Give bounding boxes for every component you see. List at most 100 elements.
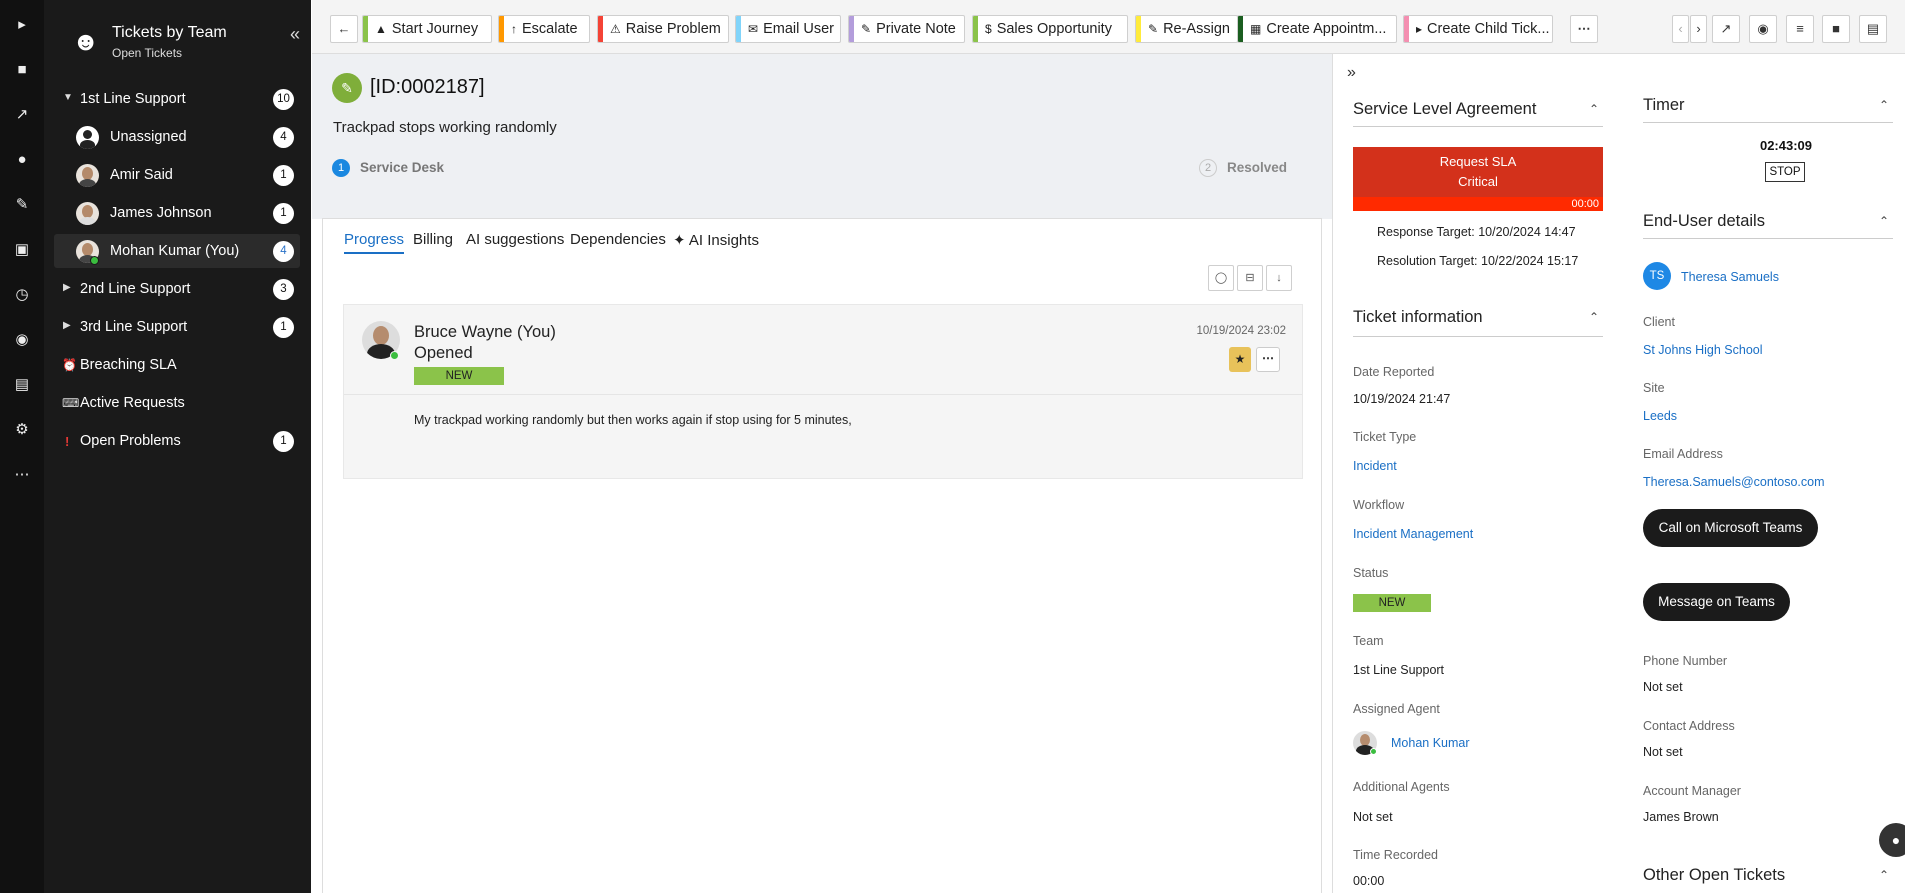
tickets-icon[interactable]: ▸	[6, 8, 38, 40]
sidebar-item-open-problems[interactable]: ! Open Problems 1	[54, 424, 300, 458]
re-assign-button[interactable]: ✎ Re-Assign	[1135, 15, 1238, 43]
online-status-dot	[390, 351, 399, 360]
arrow-up-icon: ↑	[511, 22, 517, 36]
sidebar-item-james-johnson[interactable]: James Johnson 1	[54, 196, 300, 230]
watch-eye-icon[interactable]: ◉	[1749, 15, 1777, 43]
create-appointment-button[interactable]: ▦ Create Appointm...	[1237, 15, 1397, 43]
edit-icon: ✎	[1148, 22, 1159, 36]
create-child-ticket-button[interactable]: ▸ Create Child Tick...	[1403, 15, 1553, 43]
sidebar-item-amir-said[interactable]: Amir Said 1	[54, 158, 300, 192]
users-icon[interactable]: ●	[6, 143, 38, 175]
sidebar-item-label: Open Problems	[80, 433, 181, 449]
tab-billing[interactable]: Billing	[413, 231, 453, 252]
sidebar-item-mohan-kumar[interactable]: Mohan Kumar (You) 4	[54, 234, 300, 268]
end-user-name-link[interactable]: Theresa Samuels	[1681, 270, 1779, 284]
ticket-main: ✎ [ID:0002187] Trackpad stops working ra…	[312, 54, 1332, 893]
ticket-type-link[interactable]: Incident	[1353, 459, 1397, 473]
workflow-link[interactable]: Incident Management	[1353, 527, 1473, 541]
chevron-up-icon[interactable]: ⌃	[1879, 98, 1889, 112]
tab-dependencies[interactable]: Dependencies	[570, 231, 666, 252]
count-badge: 4	[273, 127, 294, 148]
chevron-up-icon[interactable]: ⌃	[1879, 214, 1889, 228]
alarm-clock-icon: ⏰	[62, 358, 77, 372]
sales-opportunity-button[interactable]: $ Sales Opportunity	[972, 15, 1128, 43]
ticket-id: [ID:0002187]	[370, 76, 485, 98]
print-icon[interactable]: ▤	[1859, 15, 1887, 43]
chevron-up-icon[interactable]: ⌃	[1589, 102, 1599, 116]
laptop-icon[interactable]: ▣	[6, 233, 38, 265]
next-ticket-button[interactable]: ›	[1690, 15, 1707, 43]
briefcase-icon[interactable]: ■	[6, 53, 38, 85]
back-button[interactable]: ←	[330, 15, 358, 43]
sidebar-item-unassigned[interactable]: Unassigned 4	[54, 120, 300, 154]
money-bag-icon[interactable]: ◉	[6, 323, 38, 355]
ticket-sidebar: ☻ Tickets by Team Open Tickets « ▼ 1st L…	[44, 0, 311, 893]
document-icon[interactable]: ▤	[6, 368, 38, 400]
sort-down-icon[interactable]: ↓	[1266, 265, 1292, 291]
count-badge: 4	[273, 241, 294, 262]
sidebar-item-3rd-line-support[interactable]: ▶ 3rd Line Support 1	[54, 310, 300, 344]
clock-icon[interactable]: ◷	[6, 278, 38, 310]
tab-ai-insights[interactable]: ✦ AI Insights	[673, 231, 759, 253]
thumbs-up-icon[interactable]: ★	[1229, 347, 1251, 372]
tab-ai-suggestions[interactable]: AI suggestions	[466, 231, 564, 252]
collapse-all-icon[interactable]: ⊟	[1237, 265, 1263, 291]
chat-support-icon[interactable]: ●	[1879, 823, 1905, 857]
message-teams-button[interactable]: Message on Teams	[1643, 583, 1790, 621]
timer-value: 02:43:09	[1759, 138, 1813, 153]
briefcase-icon[interactable]: ■	[1822, 15, 1850, 43]
chevron-up-icon[interactable]: ⌃	[1879, 868, 1889, 882]
reports-icon[interactable]: ↗	[6, 98, 38, 130]
email-user-button[interactable]: ✉ Email User	[735, 15, 841, 43]
edit-icon[interactable]: ✎	[6, 188, 38, 220]
action-toolbar: ← ▲ Start Journey ↑ Escalate ⚠ Raise Proble…	[312, 0, 1905, 54]
field-label: Ticket Type	[1353, 430, 1417, 444]
field-label: Status	[1353, 566, 1389, 580]
caret-right-icon[interactable]: ▶	[63, 282, 71, 293]
start-journey-button[interactable]: ▲ Start Journey	[362, 15, 492, 43]
prev-ticket-button[interactable]: ‹	[1672, 15, 1689, 43]
field-label: Date Reported	[1353, 365, 1435, 379]
divider	[1353, 126, 1603, 127]
sidebar-item-2nd-line-support[interactable]: ▶ 2nd Line Support 3	[54, 272, 300, 306]
call-teams-button[interactable]: Call on Microsoft Teams	[1643, 509, 1818, 547]
unassigned-avatar-icon	[76, 126, 99, 149]
settings-icon[interactable]: ⚙	[6, 413, 38, 445]
step-resolved[interactable]: Resolved	[1227, 160, 1287, 175]
tab-progress[interactable]: Progress	[344, 231, 405, 254]
sidebar-item-label: James Johnson	[110, 205, 212, 221]
email-link[interactable]: Theresa.Samuels@contoso.com	[1643, 475, 1825, 489]
private-note-button[interactable]: ✎ Private Note	[848, 15, 965, 43]
comment-icon[interactable]: ◯	[1208, 265, 1234, 291]
raise-problem-button[interactable]: ⚠ Raise Problem	[597, 15, 729, 43]
caret-right-icon[interactable]: ▶	[63, 320, 71, 331]
more-icon[interactable]: ⋯	[6, 458, 38, 490]
collapse-sidebar-icon[interactable]: «	[290, 24, 300, 45]
open-external-icon[interactable]: ↗	[1712, 15, 1740, 43]
more-actions-button[interactable]: ⋯	[1570, 15, 1598, 43]
chevron-up-icon[interactable]: ⌃	[1589, 310, 1599, 324]
expand-panel-icon[interactable]: »	[1347, 64, 1356, 82]
stop-timer-button[interactable]: STOP	[1765, 162, 1805, 182]
timer-title: Timer	[1643, 96, 1685, 114]
client-link[interactable]: St Johns High School	[1643, 343, 1763, 357]
share-icon[interactable]: ≡	[1786, 15, 1814, 43]
divider	[1643, 238, 1893, 239]
avatar	[76, 164, 99, 187]
count-badge: 1	[273, 165, 294, 186]
count-badge: 1	[273, 317, 294, 338]
caret-down-icon[interactable]: ▼	[63, 92, 73, 103]
assigned-agent-link[interactable]: Mohan Kumar	[1391, 736, 1470, 750]
sidebar-item-label: Active Requests	[80, 395, 185, 411]
step-number: 1	[332, 159, 350, 177]
sidebar-item-active-requests[interactable]: ⌨ Active Requests	[54, 386, 300, 420]
sidebar-item-1st-line-support[interactable]: ▼ 1st Line Support 10	[54, 82, 300, 116]
details-panel: » Service Level Agreement ⌃ Request SLA …	[1332, 54, 1905, 893]
step-service-desk[interactable]: Service Desk	[360, 160, 444, 175]
sidebar-item-breaching-sla[interactable]: ⏰ Breaching SLA	[54, 348, 300, 382]
car-icon: ▲	[375, 22, 387, 36]
entry-more-button[interactable]: ⋯	[1256, 347, 1280, 372]
escalate-button[interactable]: ↑ Escalate	[498, 15, 590, 43]
field-label: Email Address	[1643, 447, 1723, 461]
site-link[interactable]: Leeds	[1643, 409, 1677, 423]
